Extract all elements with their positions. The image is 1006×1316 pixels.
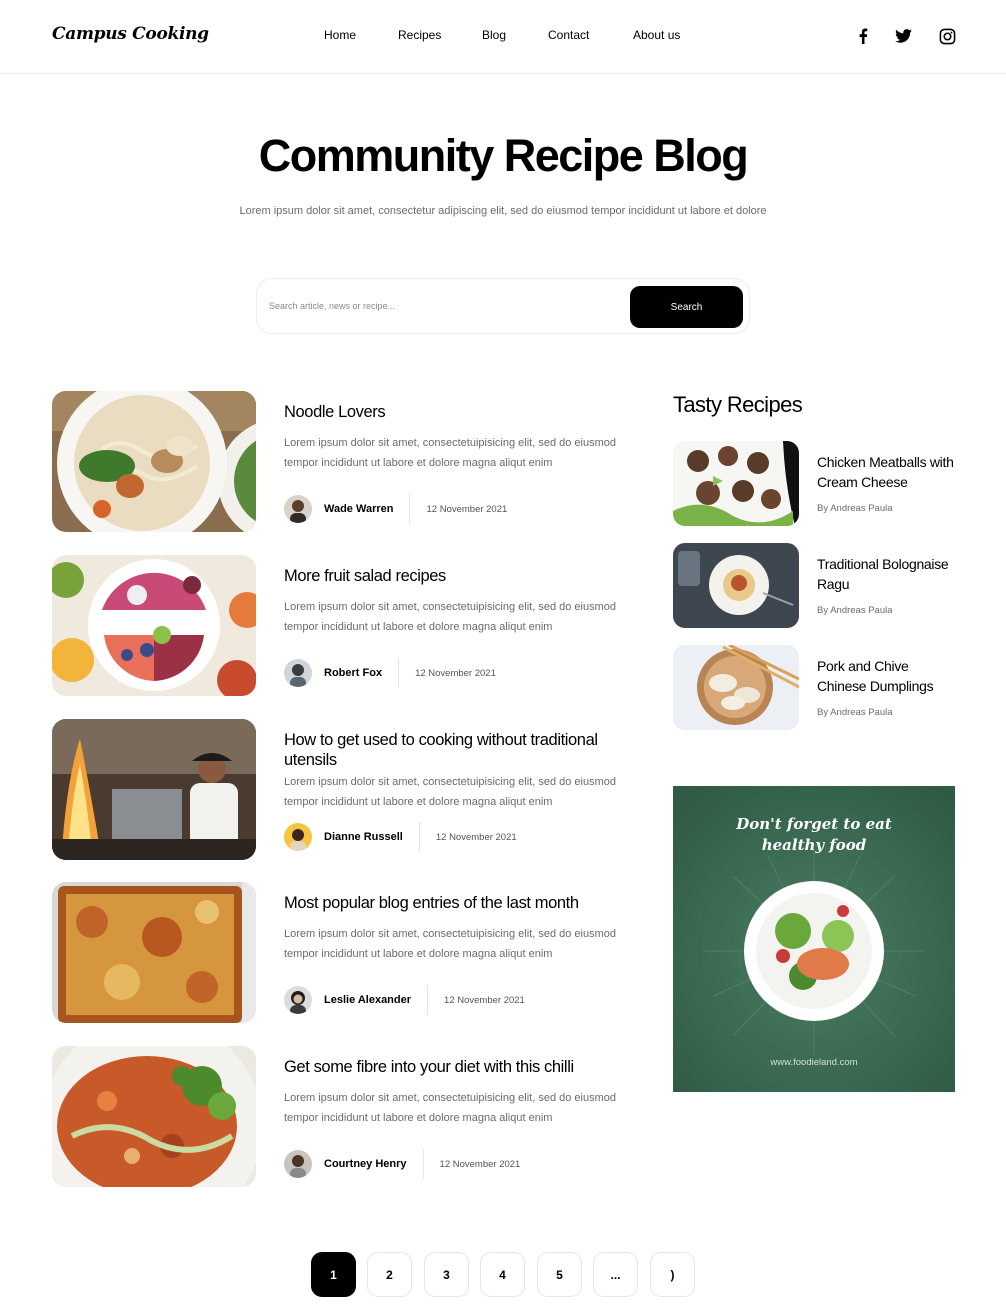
sidebar-title: Tasty Recipes [673, 392, 803, 417]
article-excerpt: Lorem ipsum dolor sit amet, consectetuip… [284, 1092, 616, 1124]
page-button-4[interactable]: 4 [480, 1252, 525, 1297]
meta-divider [427, 985, 429, 1015]
article-title[interactable]: How to get used to cooking without tradi… [284, 730, 644, 770]
article-date: 12 November 2021 [426, 503, 508, 515]
facebook-icon[interactable] [853, 26, 873, 46]
article-meta: Leslie Alexander 12 November 2021 [284, 985, 525, 1015]
page-ellipsis[interactable]: ... [593, 1252, 638, 1297]
article-date: 12 November 2021 [439, 1158, 521, 1170]
avatar [284, 495, 312, 523]
nav-blog[interactable]: Blog [482, 28, 506, 42]
article-image-chef-cooking[interactable] [52, 719, 256, 860]
article-title[interactable]: Noodle Lovers [284, 402, 644, 422]
next-page-button[interactable]: ) [650, 1252, 695, 1297]
meta-divider [422, 1149, 424, 1179]
article-meta: Robert Fox 12 November 2021 [284, 658, 496, 688]
article-image-fruit-salad[interactable] [52, 555, 256, 696]
site-header: Campus Cooking Home Recipes Blog Contact… [0, 0, 1006, 74]
article-meta: Courtney Henry 12 November 2021 [284, 1149, 520, 1179]
article-meta: Dianne Russell 12 November 2021 [284, 822, 517, 852]
sidebar-recipe-item[interactable]: Pork and Chive Chinese Dumplings By Andr… [673, 645, 963, 730]
recipe-title[interactable]: Chicken Meatballs with Cream Cheese [817, 452, 957, 492]
article-title[interactable]: Most popular blog entries of the last mo… [284, 893, 644, 913]
page-button-1[interactable]: 1 [311, 1252, 356, 1297]
ad-line-1: Don't forget to eat [736, 815, 892, 833]
recipe-image-dumplings[interactable] [673, 645, 799, 730]
nav-home[interactable]: Home [324, 28, 356, 42]
healthy-food-ad[interactable]: Don't forget to eat healthy food www.foo… [673, 786, 955, 1092]
author-name[interactable]: Dianne Russell [324, 831, 403, 843]
article-excerpt: Lorem ipsum dolor sit amet, consectetuip… [284, 928, 616, 960]
article-image-lasagna[interactable] [52, 882, 256, 1023]
avatar [284, 1150, 312, 1178]
meta-divider [398, 658, 400, 688]
article-image-chilli[interactable] [52, 1046, 256, 1187]
avatar [284, 659, 312, 687]
article-title[interactable]: Get some fibre into your diet with this … [284, 1057, 644, 1077]
avatar [284, 823, 312, 851]
search-input[interactable] [269, 291, 629, 321]
article-excerpt: Lorem ipsum dolor sit amet, consectetuip… [284, 437, 616, 469]
article-date: 12 November 2021 [415, 667, 496, 679]
search-button[interactable]: Search [630, 286, 743, 328]
article-card[interactable]: Most popular blog entries of the last mo… [52, 882, 642, 1023]
instagram-icon[interactable] [937, 26, 957, 46]
page-button-2[interactable]: 2 [367, 1252, 412, 1297]
article-title[interactable]: More fruit salad recipes [284, 566, 644, 586]
sidebar-recipe-item[interactable]: Traditional Bolognaise Ragu By Andreas P… [673, 543, 963, 628]
article-excerpt: Lorem ipsum dolor sit amet, consectetuip… [284, 601, 616, 633]
nav-contact[interactable]: Contact [548, 28, 589, 42]
recipe-author: By Andreas Paula [817, 605, 893, 616]
meta-divider [409, 494, 411, 524]
sidebar-recipe-item[interactable]: Chicken Meatballs with Cream Cheese By A… [673, 441, 963, 526]
page-subtitle: Lorem ipsum dolor sit amet, consectetur … [239, 205, 767, 217]
article-card[interactable]: Noodle Lovers Lorem ipsum dolor sit amet… [52, 391, 642, 532]
recipe-image-bolognaise[interactable] [673, 543, 799, 628]
article-image-noodles[interactable] [52, 391, 256, 532]
article-card[interactable]: How to get used to cooking without tradi… [52, 719, 642, 860]
ad-headline: Don't forget to eat healthy food [673, 814, 955, 856]
article-excerpt: Lorem ipsum dolor sit amet, consectetuip… [284, 776, 616, 808]
search-bar: Search [256, 278, 750, 334]
meta-divider [418, 822, 420, 852]
page-button-5[interactable]: 5 [537, 1252, 582, 1297]
author-name[interactable]: Leslie Alexander [324, 994, 411, 1006]
recipe-title[interactable]: Traditional Bolognaise Ragu [817, 554, 957, 594]
author-name[interactable]: Wade Warren [324, 503, 393, 515]
page-title: Community Recipe Blog [258, 130, 749, 181]
article-meta: Wade Warren 12 November 2021 [284, 494, 507, 524]
article-date: 12 November 2021 [435, 831, 517, 843]
article-date: 12 November 2021 [444, 994, 525, 1006]
ad-url[interactable]: www.foodieland.com [673, 1057, 955, 1068]
recipe-title[interactable]: Pork and Chive Chinese Dumplings [817, 656, 957, 696]
nav-recipes[interactable]: Recipes [398, 28, 441, 42]
recipe-author: By Andreas Paula [817, 503, 893, 514]
page-button-3[interactable]: 3 [424, 1252, 469, 1297]
author-name[interactable]: Robert Fox [324, 667, 382, 679]
ad-line-2: healthy food [761, 836, 867, 854]
article-card[interactable]: More fruit salad recipes Lorem ipsum dol… [52, 555, 642, 696]
nav-about-us[interactable]: About us [633, 28, 680, 42]
avatar [284, 986, 312, 1014]
author-name[interactable]: Courtney Henry [324, 1158, 407, 1170]
twitter-icon[interactable] [893, 26, 913, 46]
article-card[interactable]: Get some fibre into your diet with this … [52, 1046, 642, 1187]
recipe-author: By Andreas Paula [817, 707, 893, 718]
recipe-image-meatballs[interactable] [673, 441, 799, 526]
